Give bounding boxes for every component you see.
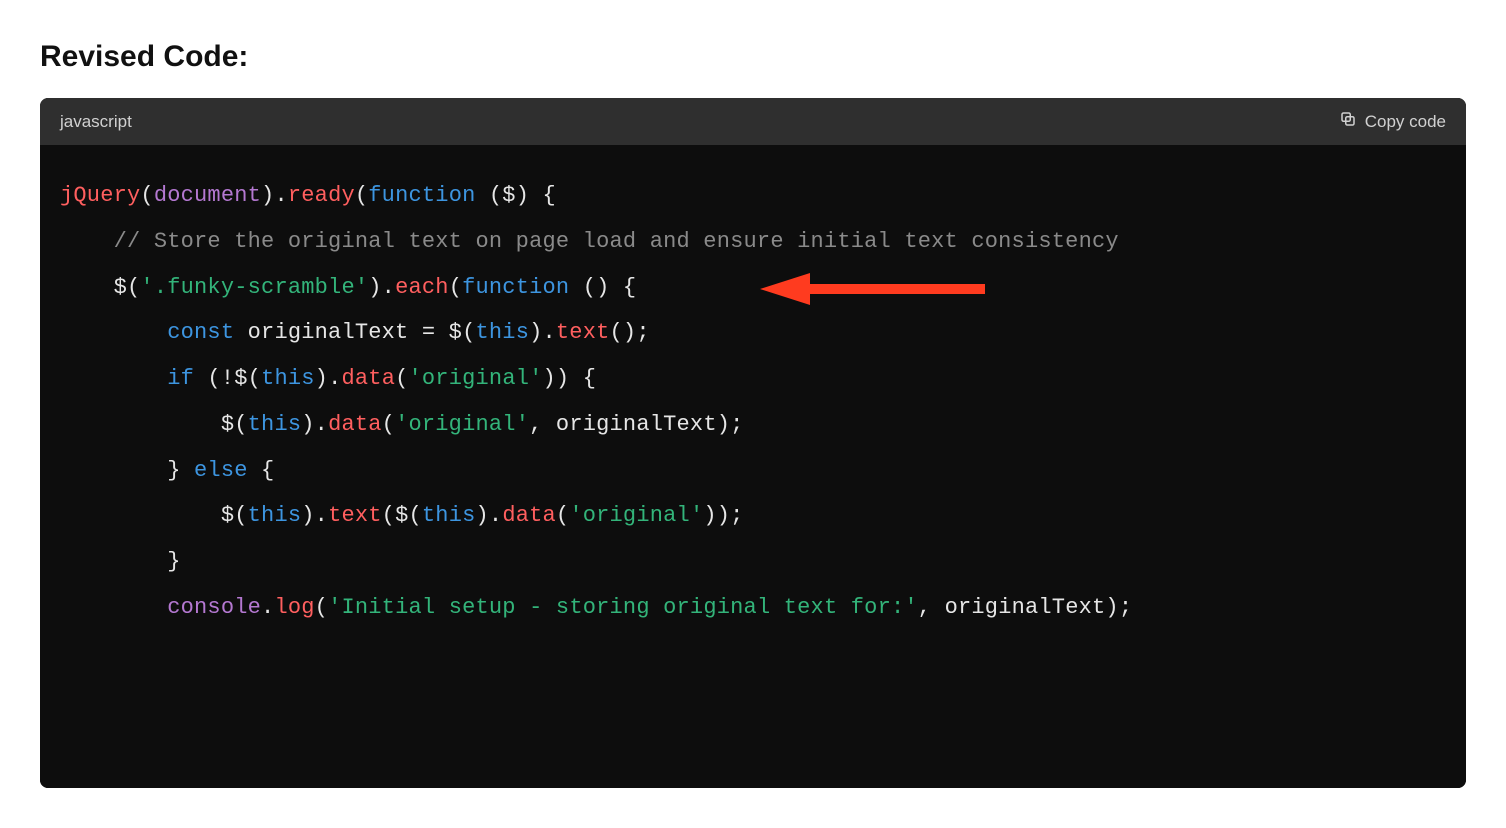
code-line: $(this).text($(this).data('original')); [60, 493, 1446, 539]
copy-icon [1339, 110, 1357, 133]
code-header: javascript Copy code [40, 98, 1466, 145]
code-line: $(this).data('original', originalText); [60, 402, 1446, 448]
code-line: } [60, 539, 1446, 585]
copy-code-button[interactable]: Copy code [1339, 110, 1446, 133]
code-body[interactable]: jQuery(document).ready(function ($) { //… [40, 145, 1466, 788]
code-line: } else { [60, 448, 1446, 494]
code-line: if (!$(this).data('original')) { [60, 356, 1446, 402]
code-line: $('.funky-scramble').each(function () { [60, 265, 1446, 311]
copy-code-label: Copy code [1365, 112, 1446, 132]
section-heading: Revised Code: [40, 40, 1466, 74]
language-label: javascript [60, 112, 132, 132]
code-line: // Store the original text on page load … [60, 219, 1446, 265]
code-line: jQuery(document).ready(function ($) { [60, 173, 1446, 219]
code-block: javascript Copy code jQuery(document).re… [40, 98, 1466, 788]
code-line: console.log('Initial setup - storing ori… [60, 585, 1446, 631]
code-line: const originalText = $(this).text(); [60, 310, 1446, 356]
